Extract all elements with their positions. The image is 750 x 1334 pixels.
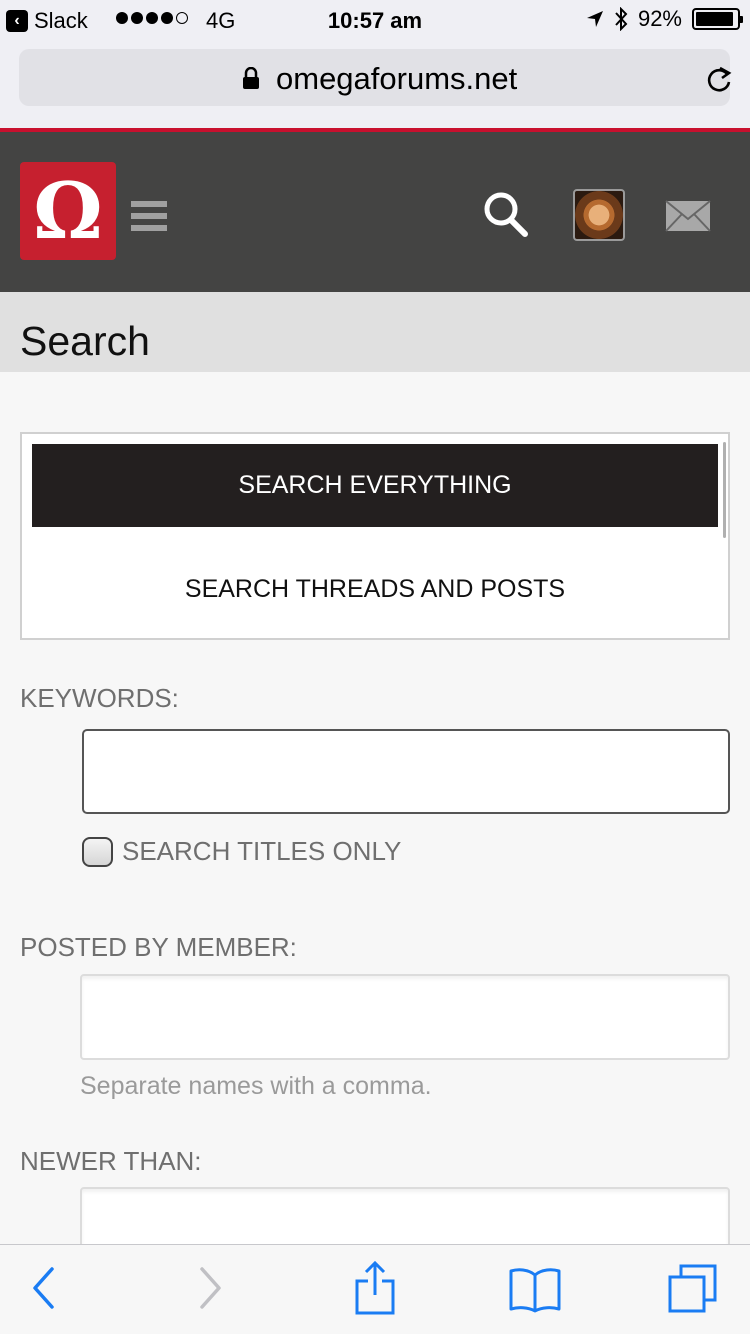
tabs-icon[interactable] — [667, 1263, 719, 1315]
browser-toolbar — [0, 1244, 750, 1334]
search-titles-only-label[interactable]: SEARCH TITLES ONLY — [122, 836, 401, 867]
search-tabs: SEARCH EVERYTHING SEARCH THREADS AND POS… — [20, 432, 730, 640]
keywords-label: KEYWORDS: — [20, 683, 179, 713]
keywords-input[interactable] — [82, 729, 730, 814]
bluetooth-icon — [615, 7, 628, 31]
posted-by-input[interactable] — [80, 974, 730, 1060]
posted-by-hint: Separate names with a comma. — [80, 1072, 432, 1100]
menu-icon[interactable] — [131, 201, 167, 237]
tab-search-everything[interactable]: SEARCH EVERYTHING — [32, 444, 718, 527]
status-bar: ‹ Slack 4G 10:57 am 92% — [0, 0, 750, 40]
lock-icon — [243, 67, 259, 89]
avatar[interactable] — [573, 189, 625, 241]
tab-search-threads-and-posts[interactable]: SEARCH THREADS AND POSTS — [32, 544, 718, 634]
status-right: 92% — [586, 6, 743, 32]
share-icon[interactable] — [354, 1261, 396, 1315]
mail-icon[interactable] — [665, 200, 711, 232]
url-text: omegaforums.net — [276, 61, 518, 96]
search-icon[interactable] — [483, 191, 529, 239]
omega-logo[interactable]: Ω — [20, 162, 116, 260]
tabs-scrollbar — [723, 442, 726, 538]
back-icon[interactable] — [30, 1265, 56, 1311]
location-arrow-icon — [586, 11, 603, 27]
page-title-bar: Search — [0, 292, 750, 372]
battery-icon — [692, 8, 743, 30]
site-header: Ω — [0, 132, 750, 292]
address-bar[interactable]: omegaforums.net — [19, 49, 733, 106]
bookmarks-icon[interactable] — [508, 1267, 562, 1313]
posted-by-label: POSTED BY MEMBER: — [20, 932, 297, 962]
search-titles-only-checkbox[interactable] — [82, 837, 113, 867]
forward-icon[interactable] — [198, 1265, 224, 1311]
battery-percent: 92% — [637, 6, 682, 31]
reload-icon[interactable] — [705, 65, 733, 95]
newer-than-label: NEWER THAN: — [20, 1146, 202, 1176]
browser-chrome: omegaforums.net — [0, 40, 750, 128]
page-title: Search — [20, 318, 150, 364]
